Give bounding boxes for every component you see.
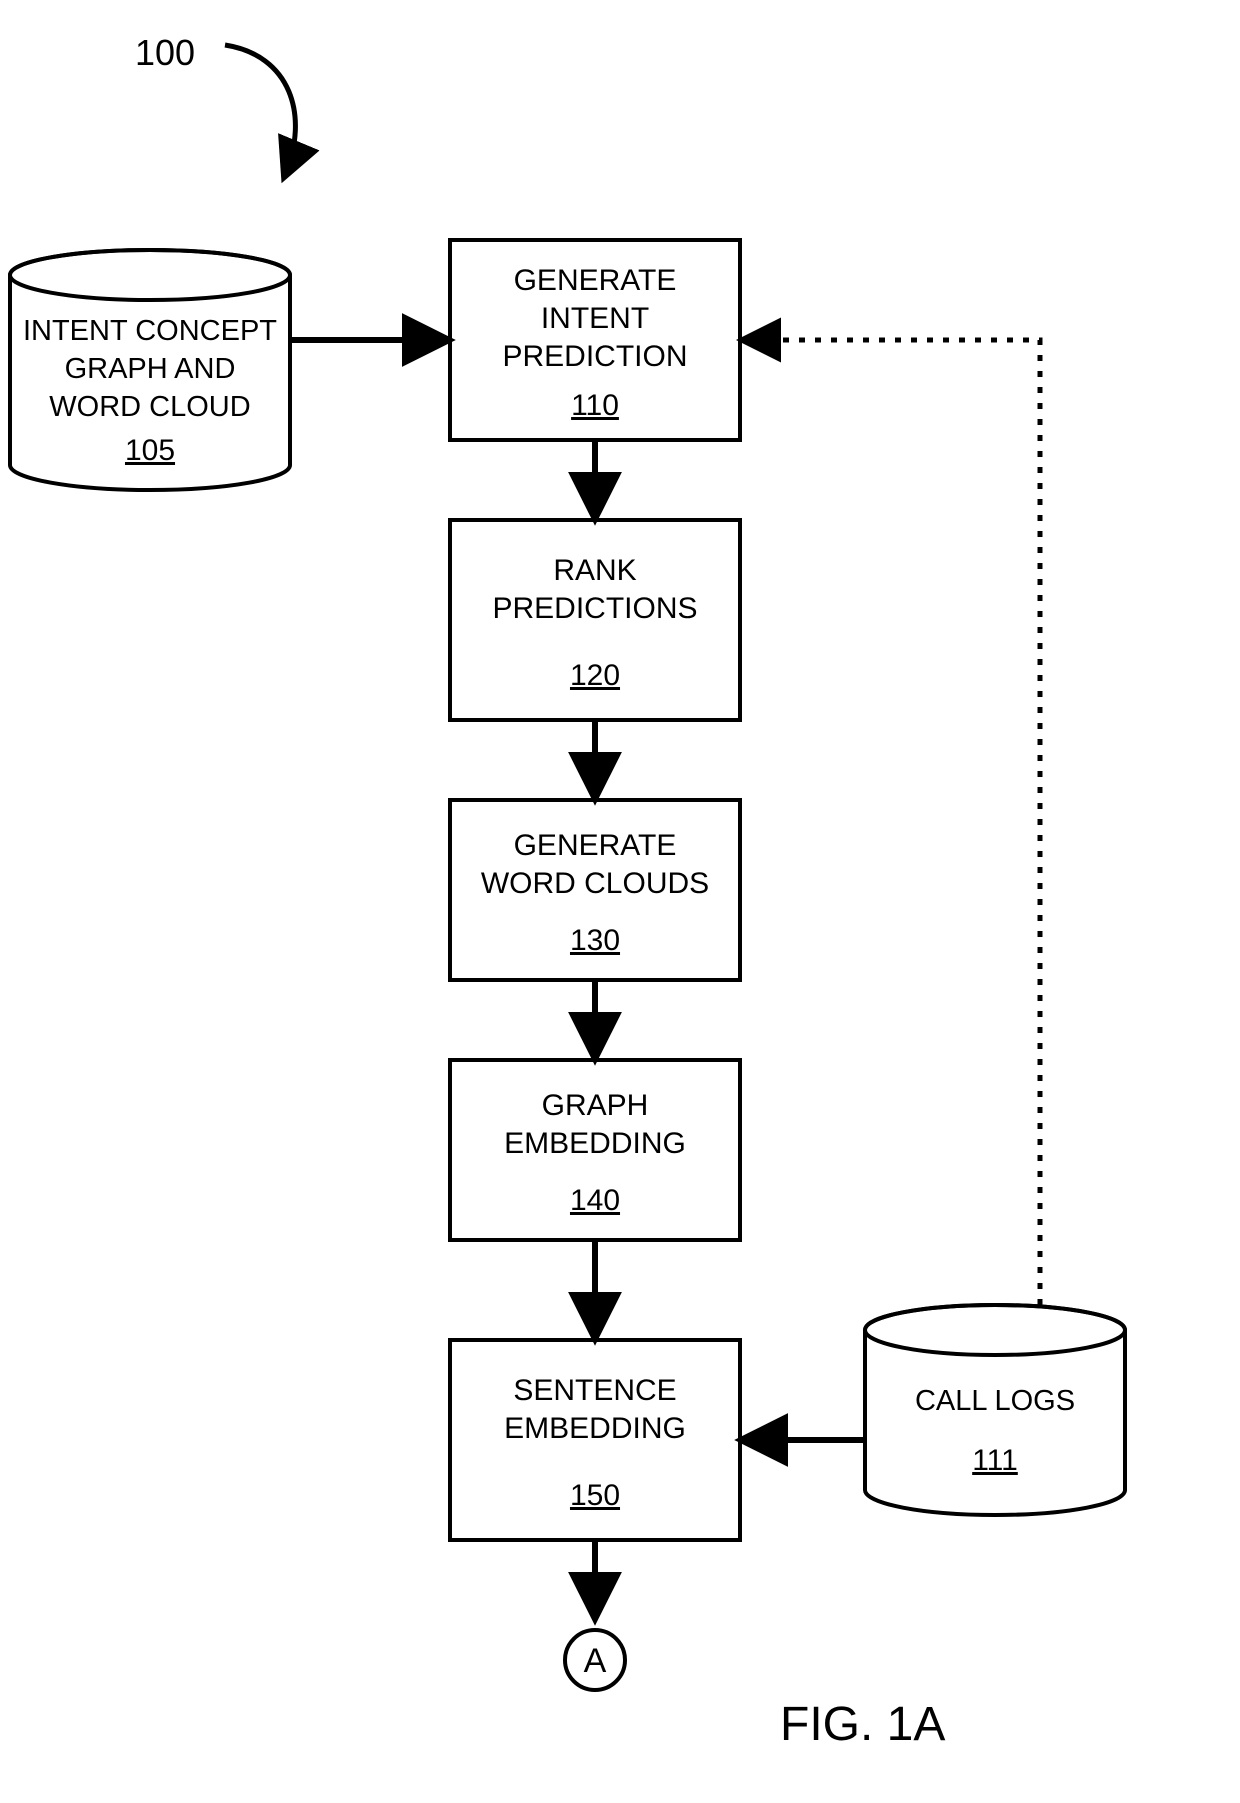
b150-line1: SENTENCE [513, 1374, 676, 1407]
b110-line3: PREDICTION [502, 340, 687, 373]
b150-ref: 150 [570, 1479, 620, 1512]
figure-label: FIG. 1A [780, 1698, 945, 1751]
b120-ref: 120 [570, 659, 620, 692]
b110-ref: 110 [571, 389, 619, 422]
off-page-connector-a: A [565, 1630, 625, 1690]
box-130: GENERATE WORD CLOUDS 130 [450, 800, 740, 980]
b140-line2: EMBEDDING [504, 1127, 686, 1160]
pointer-arrow [225, 45, 295, 175]
b140-line1: GRAPH [542, 1089, 649, 1122]
b110-line1: GENERATE [514, 264, 677, 297]
b140-ref: 140 [570, 1184, 620, 1217]
dotted-arrow-111-to-110 [745, 340, 1040, 1305]
connector-a-label: A [584, 1642, 607, 1680]
cyl111-ref: 111 [972, 1444, 1018, 1477]
b130-ref: 130 [570, 924, 620, 957]
cyl111-line1: CALL LOGS [915, 1385, 1075, 1417]
cyl105-line3: WORD CLOUD [49, 391, 250, 423]
box-150: SENTENCE EMBEDDING 150 [450, 1340, 740, 1540]
cyl105-ref: 105 [125, 434, 175, 467]
box-140: GRAPH EMBEDDING 140 [450, 1060, 740, 1240]
b120-line2: PREDICTIONS [492, 592, 697, 625]
cylinder-call-logs: CALL LOGS 111 [865, 1305, 1125, 1515]
cyl105-line1: INTENT CONCEPT [23, 315, 277, 347]
cylinder-intent-concept: INTENT CONCEPT GRAPH AND WORD CLOUD 105 [10, 250, 290, 490]
pointer-label: 100 [135, 32, 195, 73]
box-120: RANK PREDICTIONS 120 [450, 520, 740, 720]
box-110: GENERATE INTENT PREDICTION 110 [450, 240, 740, 440]
b130-line2: WORD CLOUDS [481, 867, 709, 900]
flowchart-svg: 100 INTENT CONCEPT GRAPH AND WORD CLOUD … [0, 0, 1240, 1803]
cyl105-line2: GRAPH AND [65, 353, 236, 385]
b110-line2: INTENT [541, 302, 649, 335]
b130-line1: GENERATE [514, 829, 677, 862]
b150-line2: EMBEDDING [504, 1412, 686, 1445]
b120-line1: RANK [553, 554, 636, 587]
